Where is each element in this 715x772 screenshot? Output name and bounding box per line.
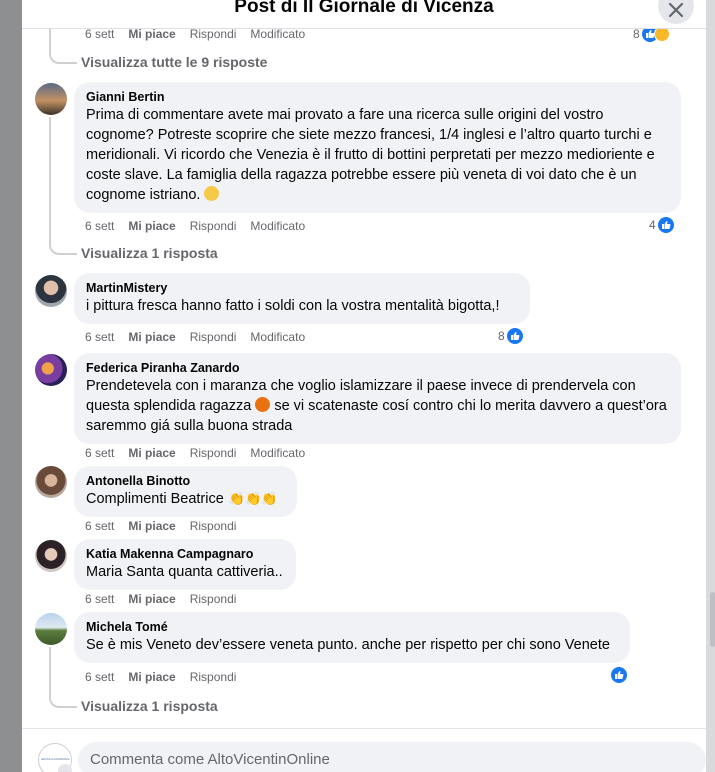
like-icon	[657, 217, 674, 233]
avatar[interactable]	[35, 613, 67, 645]
timestamp[interactable]: 6 sett	[85, 27, 114, 41]
reply-button[interactable]: Rispondi	[190, 27, 237, 41]
comment-text: Maria Santa quanta cattiveria..	[86, 564, 283, 580]
chevron-down-icon[interactable]: ⌄	[58, 764, 72, 772]
reply-button[interactable]: Rispondi	[190, 670, 237, 684]
comment-bubble: Michela Tomé Se è mis Veneto dev’essere …	[74, 612, 630, 663]
view-replies-link[interactable]: Visualizza 1 risposta	[81, 698, 218, 714]
comment-composer: AltoVicentinOnline ⌄ Commenta come AltoV…	[22, 728, 706, 772]
edited-label: Modificato	[250, 219, 306, 233]
comment-text: Prima di commentare avete mai provato a …	[86, 107, 655, 203]
thread-connector	[49, 50, 77, 64]
reaction-summary[interactable]: 4	[649, 217, 674, 233]
comment-text: Se è mis Veneto dev’essere veneta punto.…	[86, 637, 610, 653]
like-button[interactable]: Mi piace	[128, 27, 175, 41]
comment-actions: 6 sett Mi piace Rispondi Modificato	[85, 27, 319, 41]
angry-emoji-icon	[255, 397, 271, 412]
view-all-replies-link[interactable]: Visualizza tutte le 9 risposte	[81, 54, 267, 70]
backdrop-right	[706, 0, 715, 772]
reply-button[interactable]: Rispondi	[190, 446, 237, 460]
reply-button[interactable]: Rispondi	[190, 592, 237, 606]
avatar[interactable]	[35, 354, 67, 386]
timestamp[interactable]: 6 sett	[85, 592, 114, 606]
reply-button[interactable]: Rispondi	[190, 219, 237, 233]
close-button[interactable]	[658, 0, 694, 24]
comment-bubble: MartinMistery i pittura fresca hanno fat…	[74, 273, 530, 324]
thread-line	[49, 647, 51, 694]
like-icon	[611, 667, 627, 683]
comment-bubble: Antonella Binotto Complimenti Beatrice 👏…	[74, 466, 297, 517]
like-icon	[506, 328, 523, 344]
avatar[interactable]	[35, 83, 67, 115]
timestamp[interactable]: 6 sett	[85, 519, 114, 533]
view-replies-link[interactable]: Visualizza 1 risposta	[81, 245, 218, 261]
backdrop-left	[0, 0, 22, 772]
comment-bubble: Gianni Bertin Prima di commentare avete …	[74, 82, 681, 213]
comment-author[interactable]: MartinMistery	[86, 280, 518, 296]
reply-button[interactable]: Rispondi	[190, 519, 237, 533]
thread-line	[49, 117, 51, 241]
timestamp[interactable]: 6 sett	[85, 330, 114, 344]
like-button[interactable]: Mi piace	[128, 592, 175, 606]
edited-label: Modificato	[250, 27, 306, 41]
timestamp[interactable]: 6 sett	[85, 446, 114, 460]
like-button[interactable]: Mi piace	[128, 670, 175, 684]
comment-author[interactable]: Federica Piranha Zanardo	[86, 360, 669, 376]
timestamp[interactable]: 6 sett	[85, 219, 114, 233]
avatar[interactable]	[35, 466, 67, 498]
post-dialog: Post di Il Giornale di Vicenza 6 sett Mi …	[22, 0, 706, 772]
like-button[interactable]: Mi piace	[128, 219, 175, 233]
comment-actions: 6 sett Mi piace Rispondi	[85, 519, 250, 533]
thread-connector	[49, 241, 77, 255]
reaction-summary[interactable]	[609, 667, 627, 683]
comment-author[interactable]: Gianni Bertin	[86, 89, 669, 105]
comment-text: i pittura fresca hanno fatto i soldi con…	[86, 298, 500, 314]
close-icon	[668, 2, 684, 18]
grimacing-emoji-icon	[204, 186, 220, 201]
comment-input[interactable]: Commenta come AltoVicentinOnline	[78, 742, 706, 772]
comment-actions: 6 sett Mi piace Rispondi Modificato	[85, 219, 319, 233]
comment-text: Complimenti Beatrice 👏👏👏	[86, 491, 278, 507]
comment-text: Prendetevela con i maranza che voglio is…	[86, 378, 667, 434]
dialog-header: Post di Il Giornale di Vicenza	[22, 0, 706, 29]
dialog-title: Post di Il Giornale di Vicenza	[234, 0, 494, 17]
like-button[interactable]: Mi piace	[128, 519, 175, 533]
comment-actions: 6 sett Mi piace Rispondi Modificato	[85, 330, 319, 344]
comment-actions: 6 sett Mi piace Rispondi Modificato	[85, 446, 319, 460]
comment-author[interactable]: Michela Tomé	[86, 619, 618, 635]
clapping-hands-icon: 👏👏👏	[228, 491, 278, 506]
scrollbar-thumb[interactable]	[710, 592, 715, 647]
reaction-summary[interactable]: 8	[498, 328, 523, 344]
comment-bubble: Federica Piranha Zanardo Prendetevela co…	[74, 353, 681, 444]
thread-connector	[49, 694, 77, 708]
like-button[interactable]: Mi piace	[128, 330, 175, 344]
reply-button[interactable]: Rispondi	[190, 330, 237, 344]
comment-actions: 6 sett Mi piace Rispondi	[85, 670, 250, 684]
avatar[interactable]	[35, 275, 67, 307]
thread-line	[49, 28, 51, 50]
like-button[interactable]: Mi piace	[128, 446, 175, 460]
comment-author[interactable]: Katia Makenna Campagnaro	[86, 546, 284, 562]
reaction-count: 4	[649, 218, 656, 232]
avatar[interactable]	[35, 540, 67, 572]
edited-label: Modificato	[250, 330, 306, 344]
reaction-count: 8	[633, 27, 640, 41]
comment-actions: 6 sett Mi piace Rispondi	[85, 592, 250, 606]
comment-bubble: Katia Makenna Campagnaro Maria Santa qua…	[74, 539, 296, 590]
comment-author[interactable]: Antonella Binotto	[86, 473, 285, 489]
page-logo: AltoVicentinOnline	[41, 757, 70, 761]
edited-label: Modificato	[250, 446, 306, 460]
reaction-count: 8	[498, 329, 505, 343]
timestamp[interactable]: 6 sett	[85, 670, 114, 684]
